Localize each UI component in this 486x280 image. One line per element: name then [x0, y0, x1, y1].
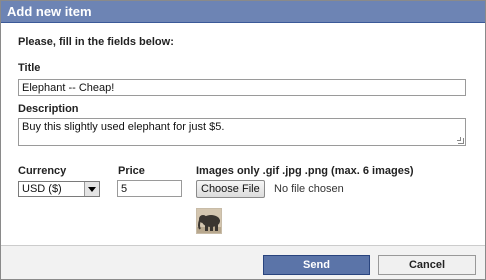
title-input[interactable] [18, 79, 466, 96]
currency-label: Currency [18, 165, 67, 177]
description-textarea[interactable]: Buy this slightly used elephant for just… [18, 118, 466, 146]
dialog-title-bar: Add new item [1, 1, 485, 23]
currency-select[interactable]: USD ($) [18, 181, 100, 197]
cancel-button[interactable]: Cancel [378, 255, 476, 275]
add-item-dialog: Add new item Please, fill in the fields … [0, 0, 486, 280]
resize-grip-icon[interactable] [457, 137, 464, 144]
title-label: Title [18, 62, 41, 74]
dialog-title: Add new item [7, 4, 92, 19]
dialog-footer: Send Cancel [1, 245, 485, 279]
intro-text: Please, fill in the fields below: [18, 36, 174, 48]
send-button[interactable]: Send [263, 255, 370, 275]
choose-file-button[interactable]: Choose File [196, 180, 265, 198]
elephant-icon [197, 209, 221, 233]
chevron-down-icon[interactable] [84, 182, 99, 196]
file-status-text: No file chosen [274, 183, 344, 195]
images-label: Images only .gif .jpg .png (max. 6 image… [196, 165, 414, 177]
price-input[interactable] [117, 180, 182, 197]
price-label: Price [118, 165, 145, 177]
currency-selected-value: USD ($) [22, 183, 62, 195]
description-label: Description [18, 103, 79, 115]
description-text: Buy this slightly used elephant for just… [22, 121, 225, 133]
elephant-thumbnail-icon [196, 208, 222, 234]
